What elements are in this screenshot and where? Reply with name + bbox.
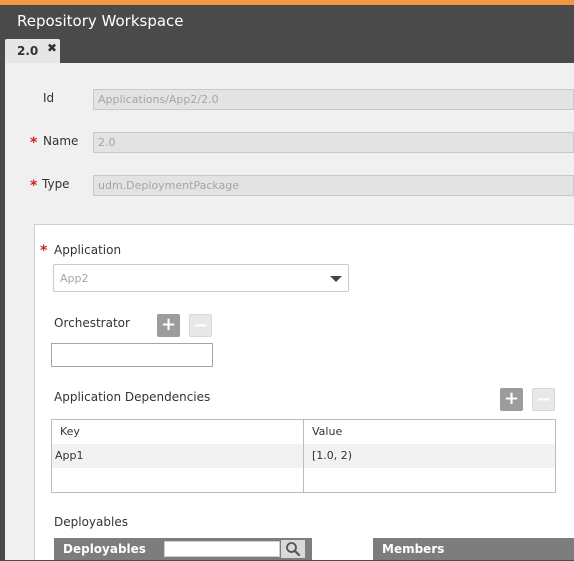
dependency-remove-button[interactable]: − <box>532 388 555 411</box>
column-header-value[interactable]: Value <box>312 425 342 438</box>
tab-strip: 2.0 ✖ <box>0 36 574 63</box>
deployables-panel-title: Deployables <box>63 542 146 556</box>
plus-icon: + <box>160 314 177 335</box>
type-label: Type <box>42 177 70 191</box>
members-panel-header: Members <box>373 538 574 560</box>
title-bar: Repository Workspace <box>0 5 574 36</box>
minus-icon: − <box>535 389 552 410</box>
id-label: Id <box>43 91 55 105</box>
application-select-value: App2 <box>60 272 89 285</box>
tab-label: 2.0 <box>17 44 39 58</box>
plus-icon: + <box>503 388 520 409</box>
row-value: [1.0, 2) <box>312 449 353 462</box>
type-field[interactable]: udm.DeploymentPackage <box>93 175 574 196</box>
deployables-panel-header: Deployables <box>54 538 312 560</box>
name-field[interactable]: 2.0 <box>93 132 574 153</box>
dependency-add-button[interactable]: + <box>500 388 523 411</box>
dependencies-table: Key Value App1 [1.0, 2) <box>51 419 556 493</box>
details-panel: * Application App2 Orchestrator + − Appl… <box>34 224 574 560</box>
application-label: Application <box>54 243 122 257</box>
deployables-search-input[interactable] <box>164 541 280 557</box>
tab-2-0[interactable]: 2.0 ✖ <box>5 39 60 63</box>
close-icon[interactable]: ✖ <box>47 41 57 55</box>
members-panel-title: Members <box>382 542 445 556</box>
orchestrator-remove-button[interactable]: − <box>189 314 212 337</box>
search-icon <box>286 542 301 557</box>
search-button[interactable] <box>281 540 305 558</box>
orchestrator-label: Orchestrator <box>54 316 130 330</box>
orchestrator-input[interactable] <box>51 343 213 367</box>
id-field[interactable]: Applications/App2/2.0 <box>93 89 574 110</box>
minus-icon: − <box>192 315 209 336</box>
orchestrator-add-button[interactable]: + <box>157 314 180 337</box>
editor-panel: Id Applications/App2/2.0 * Name 2.0 * Ty… <box>5 63 574 560</box>
window-title: Repository Workspace <box>17 12 184 30</box>
required-marker: * <box>40 243 48 259</box>
name-label: Name <box>43 134 79 148</box>
deployables-label: Deployables <box>54 515 128 529</box>
application-select[interactable]: App2 <box>53 264 349 292</box>
required-marker: * <box>30 178 38 194</box>
required-marker: * <box>30 135 38 151</box>
chevron-down-icon <box>330 276 342 282</box>
dependencies-label: Application Dependencies <box>54 390 211 404</box>
row-key: App1 <box>55 449 84 462</box>
column-divider <box>303 420 304 492</box>
column-header-key[interactable]: Key <box>60 425 80 438</box>
